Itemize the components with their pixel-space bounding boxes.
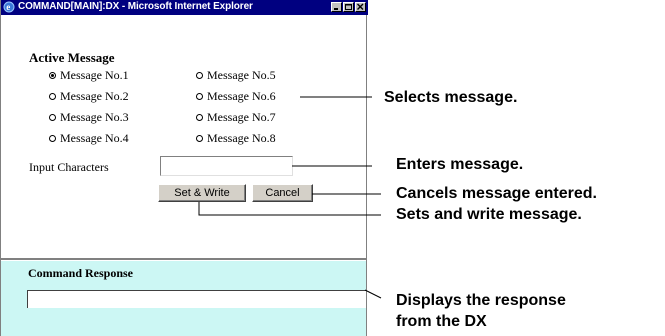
callout-line-sets: [198, 202, 381, 216]
callout-selects-message: Selects message.: [384, 89, 518, 106]
callout-line-displays: [364, 289, 382, 299]
callout-displays-response-line2: from the DX: [396, 313, 487, 330]
callout-sets-write-message: Sets and write message.: [396, 206, 582, 223]
callout-enters-message: Enters message.: [396, 156, 524, 173]
callout-lines: [198, 96, 382, 299]
callout-displays-response-line1: Displays the response: [396, 292, 566, 309]
callout-cancels-message: Cancels message entered.: [396, 185, 597, 202]
